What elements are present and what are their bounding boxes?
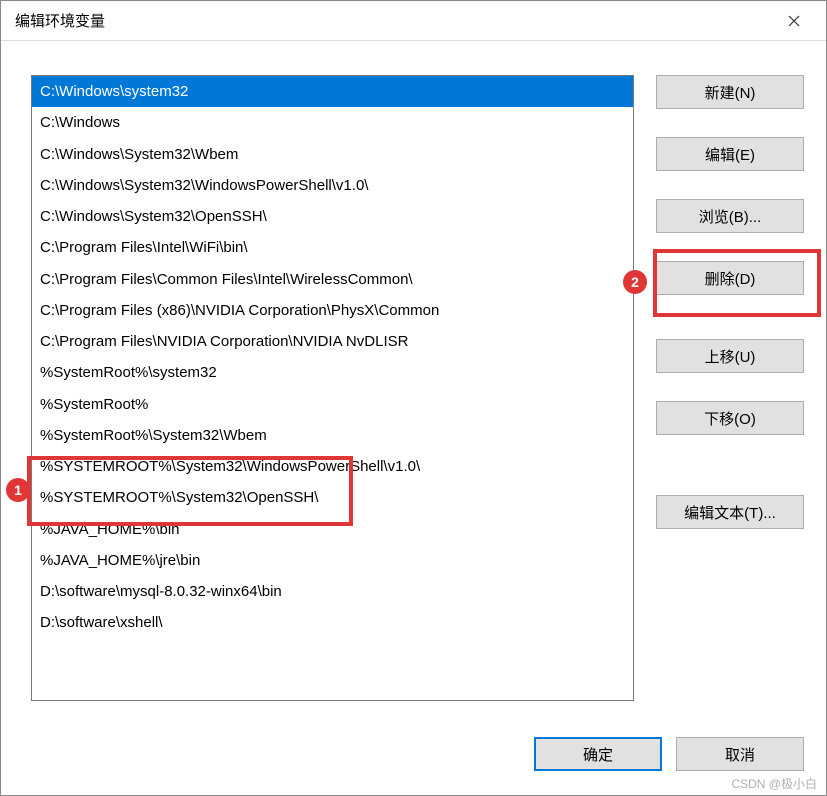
new-button[interactable]: 新建(N) — [656, 75, 804, 109]
cancel-button[interactable]: 取消 — [676, 737, 804, 771]
env-var-dialog: 编辑环境变量 C:\Windows\system32C:\WindowsC:\W… — [0, 0, 827, 796]
dialog-footer: 确定 取消 — [1, 719, 826, 795]
list-item[interactable]: %SYSTEMROOT%\System32\WindowsPowerShell\… — [32, 451, 633, 482]
ok-button[interactable]: 确定 — [534, 737, 662, 771]
move-down-button[interactable]: 下移(O) — [656, 401, 804, 435]
list-item[interactable]: C:\Program Files\Intel\WiFi\bin\ — [32, 232, 633, 263]
list-item[interactable]: %JAVA_HOME%\bin — [32, 514, 633, 545]
browse-button[interactable]: 浏览(B)... — [656, 199, 804, 233]
list-item[interactable]: C:\Windows\system32 — [32, 76, 633, 107]
list-item[interactable]: %SystemRoot%\System32\Wbem — [32, 420, 633, 451]
list-item[interactable]: %SystemRoot%\system32 — [32, 357, 633, 388]
move-up-button[interactable]: 上移(U) — [656, 339, 804, 373]
delete-button[interactable]: 删除(D) — [656, 261, 804, 295]
list-item[interactable]: C:\Program Files (x86)\NVIDIA Corporatio… — [32, 295, 633, 326]
list-item[interactable]: C:\Program Files\Common Files\Intel\Wire… — [32, 264, 633, 295]
edit-text-button[interactable]: 编辑文本(T)... — [656, 495, 804, 529]
list-item[interactable]: D:\software\xshell\ — [32, 607, 633, 638]
list-item[interactable]: C:\Windows\System32\OpenSSH\ — [32, 201, 633, 232]
window-title: 编辑环境变量 — [15, 10, 105, 31]
close-icon — [788, 15, 800, 27]
list-item[interactable]: D:\software\mysql-8.0.32-winx64\bin — [32, 576, 633, 607]
button-sidebar: 新建(N) 编辑(E) 浏览(B)... 删除(D) 上移(U) 下移(O) 编… — [656, 75, 804, 703]
dialog-content: C:\Windows\system32C:\WindowsC:\Windows\… — [1, 41, 826, 719]
list-item[interactable]: C:\Program Files\NVIDIA Corporation\NVID… — [32, 326, 633, 357]
list-item[interactable]: %JAVA_HOME%\jre\bin — [32, 545, 633, 576]
titlebar: 编辑环境变量 — [1, 1, 826, 41]
list-item[interactable]: C:\Windows — [32, 107, 633, 138]
list-item[interactable]: %SYSTEMROOT%\System32\OpenSSH\ — [32, 482, 633, 513]
list-item[interactable]: C:\Windows\System32\WindowsPowerShell\v1… — [32, 170, 633, 201]
edit-button[interactable]: 编辑(E) — [656, 137, 804, 171]
list-item[interactable]: %SystemRoot% — [32, 389, 633, 420]
close-button[interactable] — [774, 1, 814, 41]
list-item[interactable]: C:\Windows\System32\Wbem — [32, 139, 633, 170]
path-listbox[interactable]: C:\Windows\system32C:\WindowsC:\Windows\… — [31, 75, 634, 701]
